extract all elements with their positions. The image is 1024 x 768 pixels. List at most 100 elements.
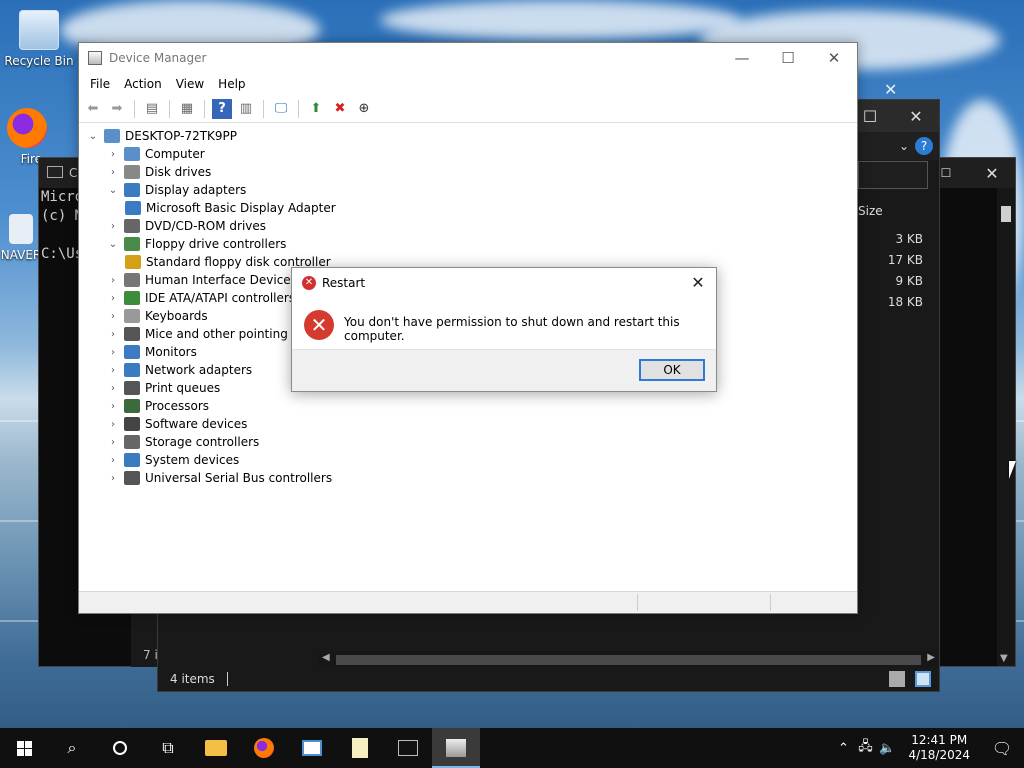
close-button[interactable]: ✕ bbox=[811, 43, 857, 73]
tree-item[interactable]: › Print queues bbox=[106, 379, 220, 397]
chevron-right-icon[interactable]: › bbox=[106, 347, 120, 358]
taskbar-file-explorer[interactable] bbox=[192, 728, 240, 768]
help-icon[interactable]: ? bbox=[212, 98, 232, 119]
menu-action[interactable]: Action bbox=[117, 77, 169, 91]
scroll-left-icon[interactable]: ◀ bbox=[322, 652, 330, 663]
start-button[interactable] bbox=[0, 728, 48, 768]
cortana-button[interactable] bbox=[96, 728, 144, 768]
search-button[interactable]: ⌕ bbox=[48, 728, 96, 768]
taskbar-firefox[interactable] bbox=[240, 728, 288, 768]
scan-hardware-icon[interactable]: 🖵 bbox=[271, 99, 291, 119]
chevron-right-icon[interactable]: › bbox=[106, 149, 120, 160]
notepad-icon bbox=[352, 738, 368, 758]
clock[interactable]: 12:41 PM 4/18/2024 bbox=[898, 733, 980, 763]
scroll-thumb[interactable] bbox=[1001, 206, 1011, 222]
tree-item[interactable]: › Keyboards bbox=[106, 307, 208, 325]
large-icons-view-icon[interactable] bbox=[915, 671, 931, 687]
chevron-right-icon[interactable]: › bbox=[106, 365, 120, 376]
tree-item[interactable]: › Computer bbox=[106, 145, 205, 163]
restart-dialog[interactable]: ✕ Restart ✕ ✕ You don't have permission … bbox=[291, 267, 717, 392]
chevron-right-icon[interactable]: › bbox=[106, 383, 120, 394]
properties-icon[interactable]: ▦ bbox=[177, 99, 197, 119]
tree-item[interactable]: › Universal Serial Bus controllers bbox=[106, 469, 332, 487]
ok-button[interactable]: OK bbox=[639, 359, 705, 381]
chevron-down-icon[interactable]: ⌄ bbox=[106, 185, 120, 196]
uninstall-device-icon[interactable]: ✖ bbox=[330, 99, 350, 119]
disable-device-icon[interactable]: ⊕ bbox=[354, 99, 374, 119]
taskbar-notepad[interactable] bbox=[336, 728, 384, 768]
update-driver-icon[interactable]: ⬆ bbox=[306, 99, 326, 119]
chevron-right-icon[interactable]: › bbox=[106, 401, 120, 412]
show-hide-console-tree-icon[interactable]: ▤ bbox=[142, 99, 162, 119]
tree-item-label: System devices bbox=[145, 453, 240, 467]
chevron-right-icon[interactable]: › bbox=[106, 311, 120, 322]
tree-item-label: Human Interface Devices bbox=[145, 273, 297, 287]
dialog-close-button[interactable]: ✕ bbox=[688, 273, 708, 293]
menu-view[interactable]: View bbox=[169, 77, 211, 91]
search-input[interactable] bbox=[858, 161, 928, 189]
tree-item[interactable]: › Monitors bbox=[106, 343, 197, 361]
tree-item[interactable]: › Network adapters bbox=[106, 361, 252, 379]
chevron-right-icon[interactable]: › bbox=[106, 275, 120, 286]
minimize-button[interactable]: — bbox=[719, 43, 765, 73]
tree-item[interactable]: › DVD/CD-ROM drives bbox=[106, 217, 266, 235]
device-manager-icon bbox=[88, 51, 102, 65]
maximize-button[interactable]: ☐ bbox=[765, 43, 811, 73]
taskbar-app[interactable] bbox=[288, 728, 336, 768]
tree-item[interactable]: › Storage controllers bbox=[106, 433, 259, 451]
desktop-icon-recycle-bin[interactable]: Recycle Bin bbox=[4, 10, 74, 68]
forward-arrow-icon[interactable]: ➡ bbox=[107, 99, 127, 119]
tree-item[interactable]: › Processors bbox=[106, 397, 209, 415]
tree-item[interactable]: › Human Interface Devices bbox=[106, 271, 297, 289]
dialog-titlebar[interactable]: ✕ Restart ✕ bbox=[292, 268, 716, 298]
close-icon[interactable]: ✕ bbox=[969, 164, 1015, 183]
tree-item[interactable]: › System devices bbox=[106, 451, 239, 469]
taskbar-command-prompt[interactable] bbox=[384, 728, 432, 768]
volume-muted-icon[interactable]: 🔈 bbox=[876, 741, 898, 756]
dialog-title: Restart bbox=[322, 276, 366, 290]
tree-item[interactable]: ⌄ Floppy drive controllers bbox=[106, 235, 286, 253]
clock-date: 4/18/2024 bbox=[908, 748, 970, 762]
close-icon[interactable]: ✕ bbox=[884, 80, 897, 99]
chevron-right-icon[interactable]: › bbox=[106, 221, 120, 232]
scroll-right-icon[interactable]: ▶ bbox=[927, 652, 935, 663]
chevron-down-icon[interactable]: ⌄ bbox=[86, 131, 100, 142]
tree-item[interactable]: › IDE ATA/ATAPI controllers bbox=[106, 289, 295, 307]
chevron-right-icon[interactable]: › bbox=[106, 437, 120, 448]
chevron-down-icon[interactable]: ⌄ bbox=[899, 139, 909, 153]
device-manager-titlebar[interactable]: Device Manager — ☐ ✕ bbox=[79, 43, 857, 73]
scroll-down-icon[interactable]: ▼ bbox=[1000, 653, 1008, 664]
menu-file[interactable]: File bbox=[83, 77, 117, 91]
menu-help[interactable]: Help bbox=[211, 77, 252, 91]
chevron-right-icon[interactable]: › bbox=[106, 293, 120, 304]
chevron-up-icon[interactable]: ⌃ bbox=[832, 741, 854, 756]
tree-root[interactable]: ⌄ DESKTOP-72TK9PP bbox=[86, 127, 237, 145]
chevron-right-icon[interactable]: › bbox=[106, 473, 120, 484]
chevron-right-icon[interactable]: › bbox=[106, 329, 120, 340]
details-view-icon[interactable] bbox=[889, 671, 905, 687]
tree-item[interactable]: › Disk drives bbox=[106, 163, 211, 181]
chevron-right-icon[interactable]: › bbox=[106, 455, 120, 466]
network-icon[interactable]: 🖧 bbox=[854, 737, 876, 759]
device-icon bbox=[124, 219, 140, 233]
device-icon bbox=[124, 471, 140, 485]
chevron-right-icon[interactable]: › bbox=[106, 167, 120, 178]
notification-icon[interactable]: 🗨 bbox=[980, 739, 1024, 758]
tree-item[interactable]: ⌄ Display adapters bbox=[106, 181, 246, 199]
console-scrollbar[interactable]: ▼ bbox=[997, 188, 1015, 666]
back-arrow-icon[interactable]: ⬅ bbox=[83, 99, 103, 119]
action-pane-icon[interactable]: ▥ bbox=[236, 99, 256, 119]
column-header-size[interactable]: Size bbox=[858, 204, 883, 218]
tree-item-label: DVD/CD-ROM drives bbox=[145, 219, 267, 233]
horizontal-scrollbar[interactable]: ◀ ▶ bbox=[318, 651, 939, 667]
task-view-button[interactable]: ⧉ bbox=[144, 728, 192, 768]
scroll-thumb[interactable] bbox=[336, 655, 921, 665]
chevron-right-icon[interactable]: › bbox=[106, 419, 120, 430]
help-icon[interactable]: ? bbox=[915, 137, 933, 155]
close-icon[interactable]: ✕ bbox=[893, 107, 939, 126]
tree-item[interactable]: Microsoft Basic Display Adapter bbox=[125, 199, 336, 217]
taskbar-device-manager[interactable] bbox=[432, 728, 480, 768]
console-text[interactable]: Micro (c) M C:\Us bbox=[41, 188, 83, 264]
chevron-down-icon[interactable]: ⌄ bbox=[106, 239, 120, 250]
tree-item[interactable]: › Software devices bbox=[106, 415, 247, 433]
